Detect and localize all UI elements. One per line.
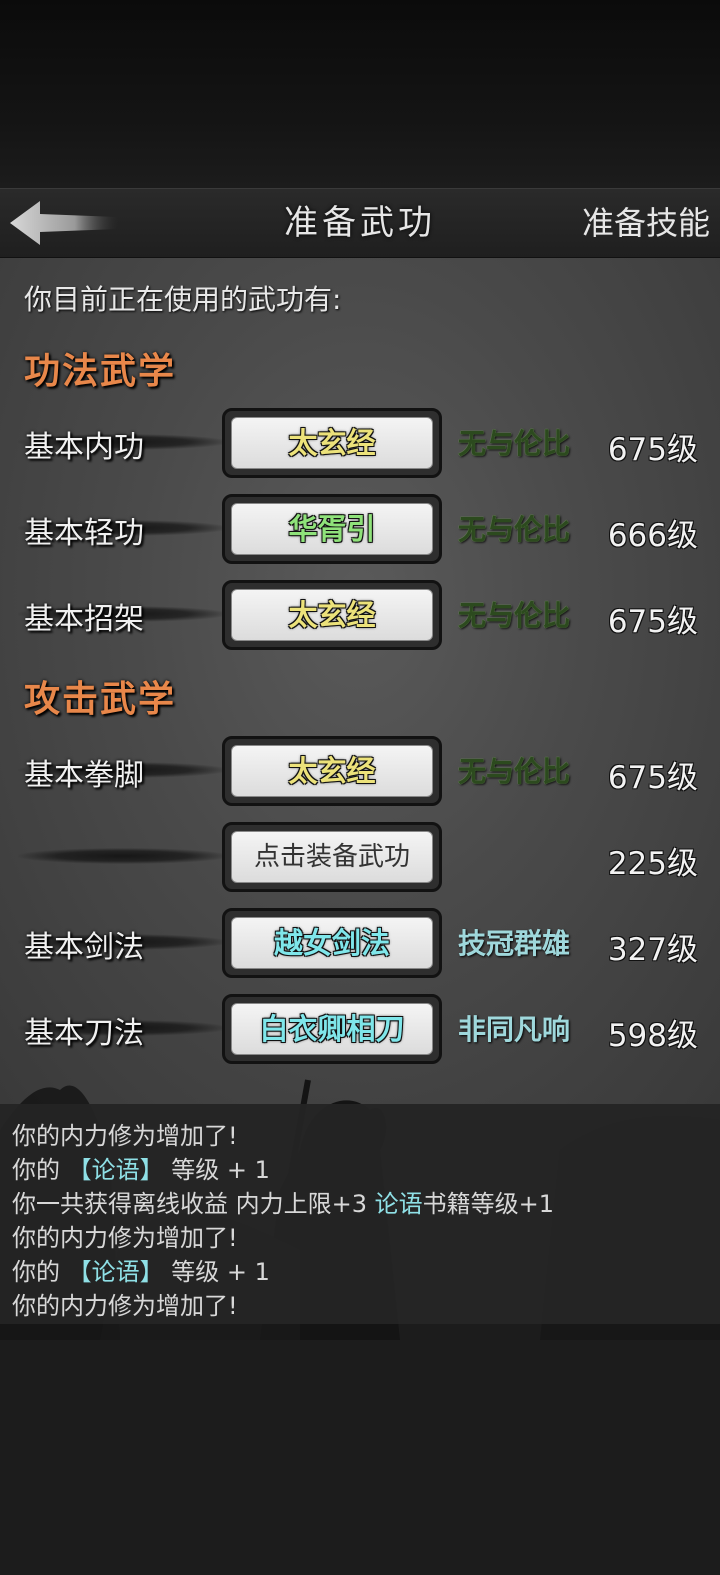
top-bar: 准备武功 准备技能 xyxy=(0,188,720,259)
slot-row: 点击装备武功 225级 xyxy=(0,818,720,894)
page-title: 准备武功 xyxy=(284,203,436,243)
section-title-attack: 攻击武学 xyxy=(24,678,177,720)
slot-label: 基本拳脚 xyxy=(24,758,144,793)
brush-stroke xyxy=(18,848,228,864)
skill-grade: 无与伦比 xyxy=(458,513,571,546)
equip-skill-button[interactable]: 太玄经 xyxy=(222,736,442,806)
equip-skill-button[interactable]: 华胥引 xyxy=(222,494,442,564)
back-arrow-button[interactable] xyxy=(8,197,120,249)
log-line: 你的内力修为增加了! xyxy=(12,1122,238,1150)
log-line: 你的 【论语】 等级 + 1 xyxy=(12,1258,270,1286)
equip-skill-button[interactable]: 太玄经 xyxy=(222,580,442,650)
skill-level: 327级 xyxy=(607,932,698,968)
prepare-skills-tab[interactable]: 准备技能 xyxy=(582,189,710,257)
skill-name: 越女剑法 xyxy=(231,917,433,969)
slot-row: 基本招架 太玄经 无与伦比 675级 xyxy=(0,576,720,652)
slot-row: 基本拳脚 太玄经 无与伦比 675级 xyxy=(0,732,720,808)
skill-name: 太玄经 xyxy=(231,589,433,641)
back-arrow-icon xyxy=(10,201,118,245)
skill-grade: 无与伦比 xyxy=(458,599,571,632)
skill-grade: 无与伦比 xyxy=(458,755,571,788)
equip-skill-button[interactable]: 太玄经 xyxy=(222,408,442,478)
slot-label: 基本招架 xyxy=(24,602,144,637)
log-line: 你一共获得离线收益 内力上限+3 论语书籍等级+1 xyxy=(12,1190,555,1218)
slot-row: 基本内功 太玄经 无与伦比 675级 xyxy=(0,404,720,480)
intro-text: 你目前正在使用的武功有: xyxy=(24,283,342,316)
skill-grade: 技冠群雄 xyxy=(458,927,571,960)
log-line: 你的内力修为增加了! xyxy=(12,1224,238,1252)
log-line: 你的内力修为增加了! xyxy=(12,1292,238,1320)
slot-label: 基本剑法 xyxy=(24,930,144,965)
skill-level: 675级 xyxy=(607,432,698,468)
skill-grade: 无与伦比 xyxy=(458,427,571,460)
skill-name: 太玄经 xyxy=(231,417,433,469)
game-screen: 准备武功 准备技能 你目前正在使用的武功有: 功法武学 基本内功 太玄经 无与伦… xyxy=(0,0,720,1575)
slot-row: 基本轻功 华胥引 无与伦比 666级 xyxy=(0,490,720,566)
skill-name: 太玄经 xyxy=(231,745,433,797)
skill-level: 666级 xyxy=(607,518,698,554)
skill-name: 点击装备武功 xyxy=(231,831,433,883)
message-log: 你的内力修为增加了! 你的 【论语】 等级 + 1 你一共获得离线收益 内力上限… xyxy=(0,1104,720,1324)
log-item-highlight: 论语 xyxy=(374,1190,423,1218)
equip-skill-button[interactable]: 越女剑法 xyxy=(222,908,442,978)
skill-name: 华胥引 xyxy=(231,503,433,555)
skill-level: 225级 xyxy=(607,846,698,882)
slot-label: 基本内功 xyxy=(24,430,144,465)
equipped-martial-arts-panel: 你目前正在使用的武功有: 功法武学 基本内功 太玄经 无与伦比 675级 基本轻… xyxy=(0,258,720,1104)
log-item-highlight: 【论语】 xyxy=(67,1156,164,1184)
equip-skill-button[interactable]: 点击装备武功 xyxy=(222,822,442,892)
log-line: 你的 【论语】 等级 + 1 xyxy=(12,1156,270,1184)
skill-level: 675级 xyxy=(607,760,698,796)
section-title-internal: 功法武学 xyxy=(24,350,177,392)
skill-level: 675级 xyxy=(607,604,698,640)
log-item-highlight: 【论语】 xyxy=(67,1258,164,1286)
slot-row: 基本剑法 越女剑法 技冠群雄 327级 xyxy=(0,904,720,980)
slot-label: 基本轻功 xyxy=(24,516,144,551)
